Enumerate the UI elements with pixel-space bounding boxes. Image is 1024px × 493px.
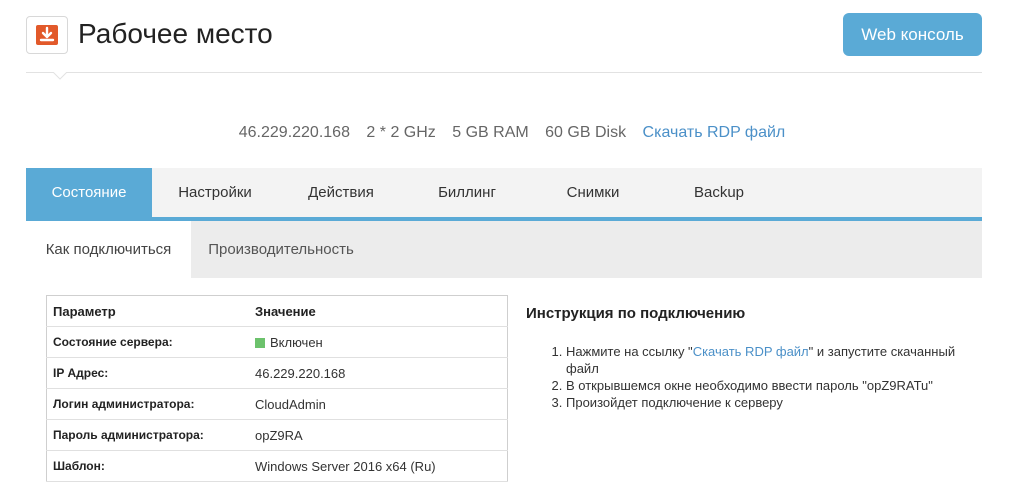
instructions-list: Нажмите на ссылку "Скачать RDP файл" и з… bbox=[526, 343, 966, 411]
header-divider bbox=[26, 72, 982, 73]
web-console-button[interactable]: Web консоль bbox=[843, 13, 982, 56]
table-row: Шаблон: Windows Server 2016 x64 (Ru) bbox=[46, 450, 508, 482]
logo bbox=[26, 16, 68, 54]
download-rdp-link-inline[interactable]: Скачать RDP файл bbox=[693, 344, 809, 359]
param-value: Windows Server 2016 x64 (Ru) bbox=[249, 450, 508, 482]
instruction-step: В открывшемся окне необходимо ввести пар… bbox=[566, 377, 966, 394]
param-name: Шаблон: bbox=[46, 450, 249, 482]
subtab-performance[interactable]: Производительность bbox=[191, 221, 371, 278]
table-row: IP Адрес: 46.229.220.168 bbox=[46, 357, 508, 389]
param-value: opZ9RA bbox=[249, 419, 508, 451]
subtab-how-to-connect[interactable]: Как подключиться bbox=[26, 221, 191, 278]
main-tabs: Состояние Настройки Действия Биллинг Сни… bbox=[26, 168, 982, 221]
instruction-step: Произойдет подключение к серверу bbox=[566, 394, 966, 411]
tab-status[interactable]: Состояние bbox=[26, 168, 152, 217]
param-name: IP Адрес: bbox=[46, 357, 249, 389]
table-header-row: Параметр Значение bbox=[46, 295, 508, 327]
server-ip: 46.229.220.168 bbox=[238, 124, 350, 141]
server-params-table: Параметр Значение Состояние сервера: Вкл… bbox=[46, 295, 508, 482]
tab-actions[interactable]: Действия bbox=[278, 168, 404, 217]
tab-settings[interactable]: Настройки bbox=[152, 168, 278, 217]
download-rdp-link[interactable]: Скачать RDP файл bbox=[643, 124, 786, 141]
page-title: Рабочее место bbox=[78, 18, 273, 49]
param-name: Логин администратора: bbox=[46, 388, 249, 420]
instruction-step: Нажмите на ссылку "Скачать RDP файл" и з… bbox=[566, 343, 966, 377]
tab-snapshots[interactable]: Снимки bbox=[530, 168, 656, 217]
header-caret-icon bbox=[53, 72, 67, 80]
server-info: 46.229.220.168 2 * 2 GHz 5 GB RAM 60 GB … bbox=[0, 124, 1024, 142]
table-row: Пароль администратора: opZ9RA bbox=[46, 419, 508, 451]
server-disk: 60 GB Disk bbox=[545, 124, 627, 141]
param-value-status: Включен bbox=[249, 326, 508, 358]
page-header: Рабочее место Web консоль bbox=[0, 0, 1024, 80]
tab-billing[interactable]: Биллинг bbox=[404, 168, 530, 217]
column-header-value: Значение bbox=[249, 295, 508, 327]
param-name: Пароль администратора: bbox=[46, 419, 249, 451]
param-name: Состояние сервера: bbox=[46, 326, 249, 358]
tab-backup[interactable]: Backup bbox=[656, 168, 782, 217]
status-indicator-icon bbox=[255, 337, 265, 348]
server-status-text: Включен bbox=[270, 334, 323, 350]
table-row: Состояние сервера: Включен bbox=[46, 326, 508, 358]
server-ram: 5 GB RAM bbox=[452, 124, 529, 141]
step-text: Нажмите на ссылку " bbox=[566, 344, 693, 359]
download-icon bbox=[36, 25, 58, 45]
table-row: Логин администратора: CloudAdmin bbox=[46, 388, 508, 420]
param-value: 46.229.220.168 bbox=[249, 357, 508, 389]
instructions-title: Инструкция по подключению bbox=[526, 305, 746, 322]
column-header-parameter: Параметр bbox=[46, 295, 249, 327]
sub-tabs: Как подключиться Производительность bbox=[26, 221, 982, 278]
server-cpu: 2 * 2 GHz bbox=[366, 124, 436, 141]
param-value: CloudAdmin bbox=[249, 388, 508, 420]
